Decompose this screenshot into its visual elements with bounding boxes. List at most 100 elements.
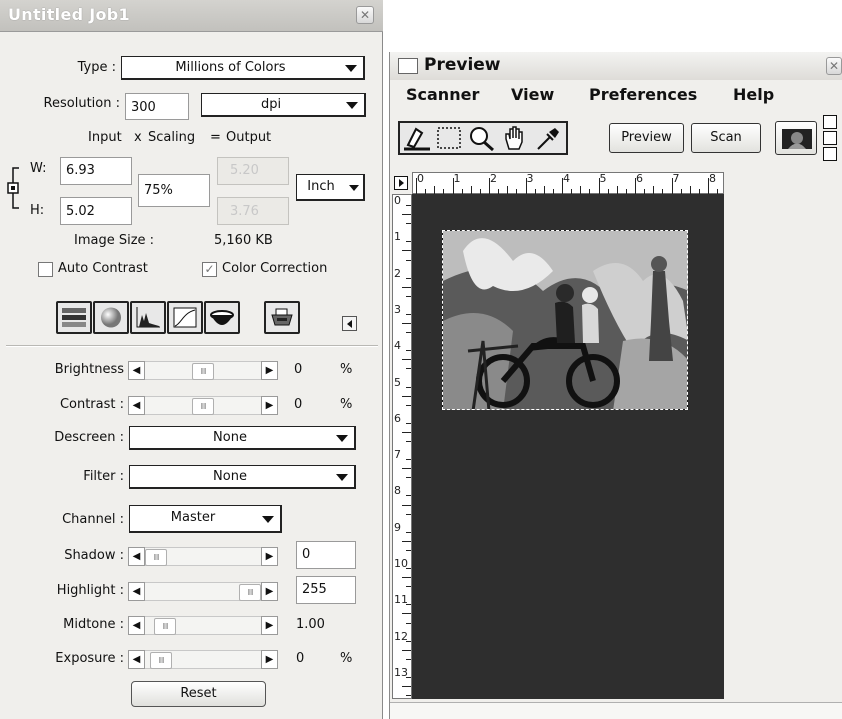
filter-value: None	[213, 469, 247, 484]
arrow-right-icon[interactable]: ▶	[261, 650, 278, 669]
hue-button[interactable]	[204, 301, 240, 334]
ruler-tick	[402, 577, 411, 579]
color-correction-checkbox[interactable]: ✓	[202, 262, 217, 277]
ruler-top-label: 4	[563, 172, 570, 185]
ruler-tick	[406, 350, 411, 352]
descreen-label: Descreen :	[54, 430, 124, 445]
width-input[interactable]: 6.93	[60, 157, 132, 185]
formula-x: x	[134, 130, 142, 145]
arrow-left-icon[interactable]: ◀	[128, 650, 145, 669]
slider-thumb[interactable]: IIII	[192, 398, 214, 415]
preview-window: Preview ✕ Scanner View Preferences Help …	[389, 52, 842, 719]
arrow-left-icon[interactable]: ◀	[128, 361, 145, 380]
level-slider[interactable]: ◀ IIII ▶	[128, 616, 278, 636]
histogram-button[interactable]	[130, 301, 166, 334]
preview-button[interactable]: Preview	[609, 123, 684, 153]
auto-contrast-checkbox[interactable]	[38, 262, 53, 277]
filter-select[interactable]: None	[129, 465, 356, 489]
arrow-left-icon[interactable]: ◀	[128, 582, 145, 601]
resolution-label: Resolution :	[43, 96, 120, 111]
slider-track[interactable]: IIII	[145, 547, 261, 566]
slider-thumb[interactable]: IIII	[192, 363, 214, 380]
arrow-up-icon[interactable]	[823, 115, 837, 129]
channel-select[interactable]: Master	[129, 505, 282, 533]
color-correction-label: Color Correction	[222, 261, 328, 276]
photo-mode-button[interactable]	[775, 121, 817, 155]
arrow-right-icon[interactable]	[823, 131, 837, 145]
level-label: Exposure :	[55, 651, 124, 666]
slider-thumb[interactable]: IIII	[150, 652, 172, 669]
preview-canvas[interactable]	[412, 194, 724, 699]
close-icon[interactable]: ✕	[826, 57, 842, 75]
type-select[interactable]: Millions of Colors	[121, 56, 365, 80]
image-size-value: 5,160 KB	[214, 233, 273, 248]
curves-button[interactable]	[167, 301, 203, 334]
descreen-select[interactable]: None	[129, 426, 356, 450]
menu-view[interactable]: View	[511, 85, 554, 104]
ruler-tick	[434, 186, 436, 194]
menu-preferences[interactable]: Preferences	[589, 85, 697, 104]
auto-contrast-label: Auto Contrast	[58, 261, 148, 276]
level-input[interactable]: 0	[296, 541, 356, 569]
arrow-left-icon[interactable]: ◀	[128, 616, 145, 635]
printer-button[interactable]	[264, 301, 300, 334]
slider-thumb[interactable]: IIII	[239, 584, 261, 601]
ruler-top-label: 1	[453, 172, 461, 185]
color-balance-button[interactable]	[93, 301, 129, 334]
ruler-left-label: 9	[394, 520, 401, 534]
resolution-input[interactable]: 300	[125, 93, 189, 120]
resolution-unit-select[interactable]: dpi	[201, 93, 366, 117]
scanner-eraser-icon[interactable]	[402, 125, 432, 151]
level-slider[interactable]: ◀ IIII ▶	[128, 582, 278, 602]
arrow-right-icon[interactable]: ▶	[261, 547, 278, 566]
expand-panel-button[interactable]	[342, 316, 357, 331]
menu-scanner[interactable]: Scanner	[406, 85, 479, 104]
hand-pan-icon[interactable]	[500, 125, 530, 151]
arrow-right-icon[interactable]: ▶	[261, 396, 278, 415]
slider-track[interactable]: IIII	[145, 582, 261, 601]
close-icon[interactable]: ✕	[356, 6, 374, 24]
size-unit-select[interactable]: Inch	[296, 174, 365, 201]
slider-track[interactable]: IIII	[145, 361, 261, 380]
preview-title: Preview	[424, 55, 501, 75]
ruler-tick	[402, 431, 411, 433]
ruler-left-label: 8	[394, 484, 401, 498]
arrow-right-icon[interactable]: ▶	[261, 582, 278, 601]
ruler-vertical: 0 1 2 3 4 5 6 7 8 9 10 11 12 13	[392, 194, 412, 699]
slider-track[interactable]: IIII	[145, 650, 261, 669]
adjust-slider[interactable]: ◀ IIII ▶	[128, 396, 278, 416]
scan-button[interactable]: Scan	[691, 123, 761, 153]
ruler-horizontal: 0 1 2 3 4 5 6 7 8	[412, 172, 724, 194]
scaling-input[interactable]: 75%	[138, 174, 210, 207]
slider-track[interactable]: IIII	[145, 616, 261, 635]
arrow-left-icon[interactable]: ◀	[128, 396, 145, 415]
ruler-top-label: 2	[490, 172, 497, 185]
level-slider[interactable]: ◀ IIII ▶	[128, 547, 278, 567]
level-input[interactable]: 255	[296, 576, 356, 604]
eyedropper-icon[interactable]	[534, 125, 564, 151]
marquee-select-icon[interactable]	[434, 125, 464, 151]
reset-button[interactable]: Reset	[131, 681, 266, 707]
ruler-toggle-button[interactable]	[394, 176, 408, 190]
scanned-image[interactable]	[442, 230, 688, 410]
zoom-icon[interactable]	[467, 125, 497, 151]
slider-track[interactable]: IIII	[145, 396, 261, 415]
levels-button[interactable]	[56, 301, 92, 334]
slider-thumb[interactable]: IIII	[154, 618, 176, 635]
level-slider[interactable]: ◀ IIII ▶	[128, 650, 278, 670]
adjust-slider[interactable]: ◀ IIII ▶	[128, 361, 278, 381]
toolbar-scroll[interactable]	[823, 115, 837, 163]
chevron-down-icon	[336, 474, 348, 481]
arrow-right-icon[interactable]: ▶	[261, 361, 278, 380]
channel-value: Master	[170, 510, 216, 525]
horizontal-scrollbar[interactable]	[390, 702, 842, 719]
height-input[interactable]: 5.02	[60, 197, 132, 225]
arrow-left-icon[interactable]: ◀	[128, 547, 145, 566]
arrow-down-icon[interactable]	[823, 147, 837, 161]
chevron-right-icon	[399, 179, 404, 187]
chain-link-icon[interactable]	[3, 158, 25, 216]
slider-thumb[interactable]: IIII	[145, 549, 167, 566]
arrow-right-icon[interactable]: ▶	[261, 616, 278, 635]
menu-help[interactable]: Help	[733, 85, 774, 104]
section-divider	[6, 345, 378, 347]
